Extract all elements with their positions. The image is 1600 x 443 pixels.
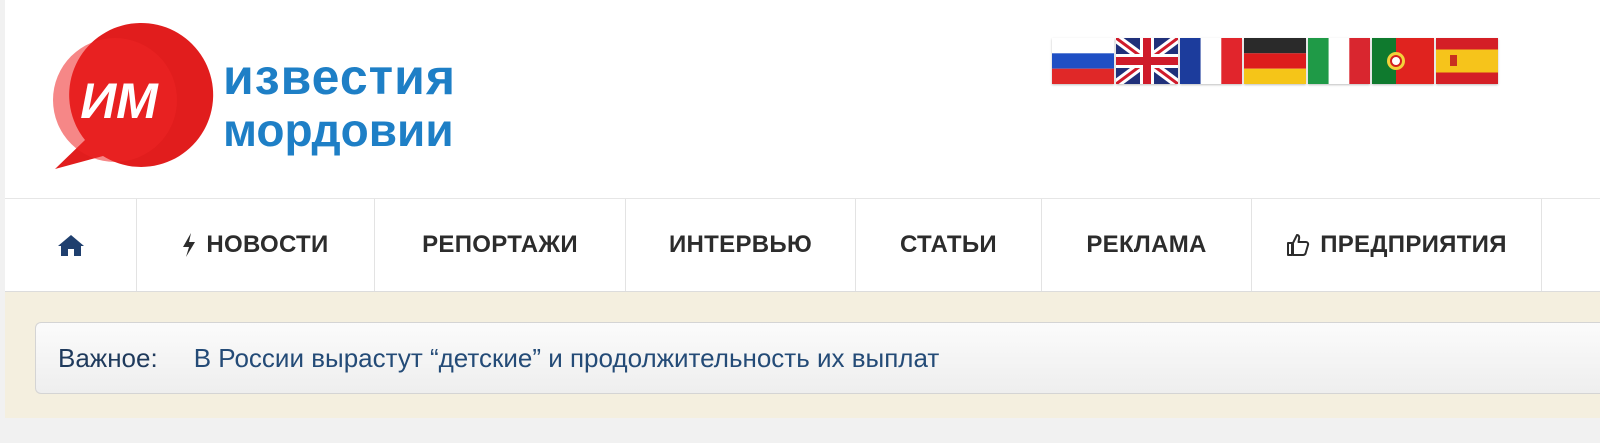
spain-flag-icon[interactable] bbox=[1436, 38, 1498, 84]
main-navigation: НОВОСТИ РЕПОРТАЖИ ИНТЕРВЬЮ СТАТЬИ РЕКЛАМ… bbox=[5, 199, 1600, 292]
nav-item-label: НОВОСТИ bbox=[206, 231, 329, 258]
portugal-flag-icon[interactable] bbox=[1372, 38, 1434, 84]
nav-item-articles[interactable]: СТАТЬИ bbox=[856, 199, 1042, 291]
bolt-icon bbox=[182, 233, 196, 257]
logo-name-line2: мордовии bbox=[223, 104, 453, 156]
nav-item-advertising[interactable]: РЕКЛАМА bbox=[1042, 199, 1252, 291]
nav-item-label: ИНТЕРВЬЮ bbox=[669, 231, 812, 258]
uk-flag-icon[interactable] bbox=[1116, 38, 1178, 84]
page: ИМ известия мордовии НОВОСТИ РЕПОРТАЖИ И… bbox=[5, 0, 1600, 443]
site-logo[interactable]: ИМ известия мордовии bbox=[33, 14, 453, 184]
thumbs-up-icon bbox=[1286, 233, 1310, 257]
nav-item-label: ПРЕДПРИЯТИЯ bbox=[1320, 231, 1507, 258]
ticker-headline-link[interactable]: В России вырастут “детские” и продолжите… bbox=[194, 343, 940, 374]
content-top-edge bbox=[5, 418, 1600, 443]
breaking-news-ticker: Важное: В России вырастут “детские” и пр… bbox=[35, 322, 1600, 394]
nav-item-label: РЕПОРТАЖИ bbox=[422, 231, 578, 258]
logo-name-line1: известия bbox=[223, 49, 453, 105]
nav-item-label: СТАТЬИ bbox=[900, 231, 997, 258]
language-switcher bbox=[1052, 38, 1498, 84]
home-icon bbox=[57, 233, 85, 257]
nav-item-label: РЕКЛАМА bbox=[1086, 231, 1207, 258]
nav-item-news[interactable]: НОВОСТИ bbox=[137, 199, 375, 291]
germany-flag-icon[interactable] bbox=[1244, 38, 1306, 84]
france-flag-icon[interactable] bbox=[1180, 38, 1242, 84]
nav-item-interviews[interactable]: ИНТЕРВЬЮ bbox=[626, 199, 856, 291]
nav-item-enterprises[interactable]: ПРЕДПРИЯТИЯ bbox=[1252, 199, 1542, 291]
ticker-area: Важное: В России вырастут “детские” и пр… bbox=[5, 292, 1600, 418]
logo-badge-text: ИМ bbox=[80, 73, 159, 129]
nav-item-reports[interactable]: РЕПОРТАЖИ bbox=[375, 199, 626, 291]
russia-flag-icon[interactable] bbox=[1052, 38, 1114, 84]
site-header: ИМ известия мордовии bbox=[5, 0, 1600, 199]
italy-flag-icon[interactable] bbox=[1308, 38, 1370, 84]
nav-home[interactable] bbox=[5, 199, 137, 291]
ticker-label: Важное: bbox=[58, 342, 158, 373]
